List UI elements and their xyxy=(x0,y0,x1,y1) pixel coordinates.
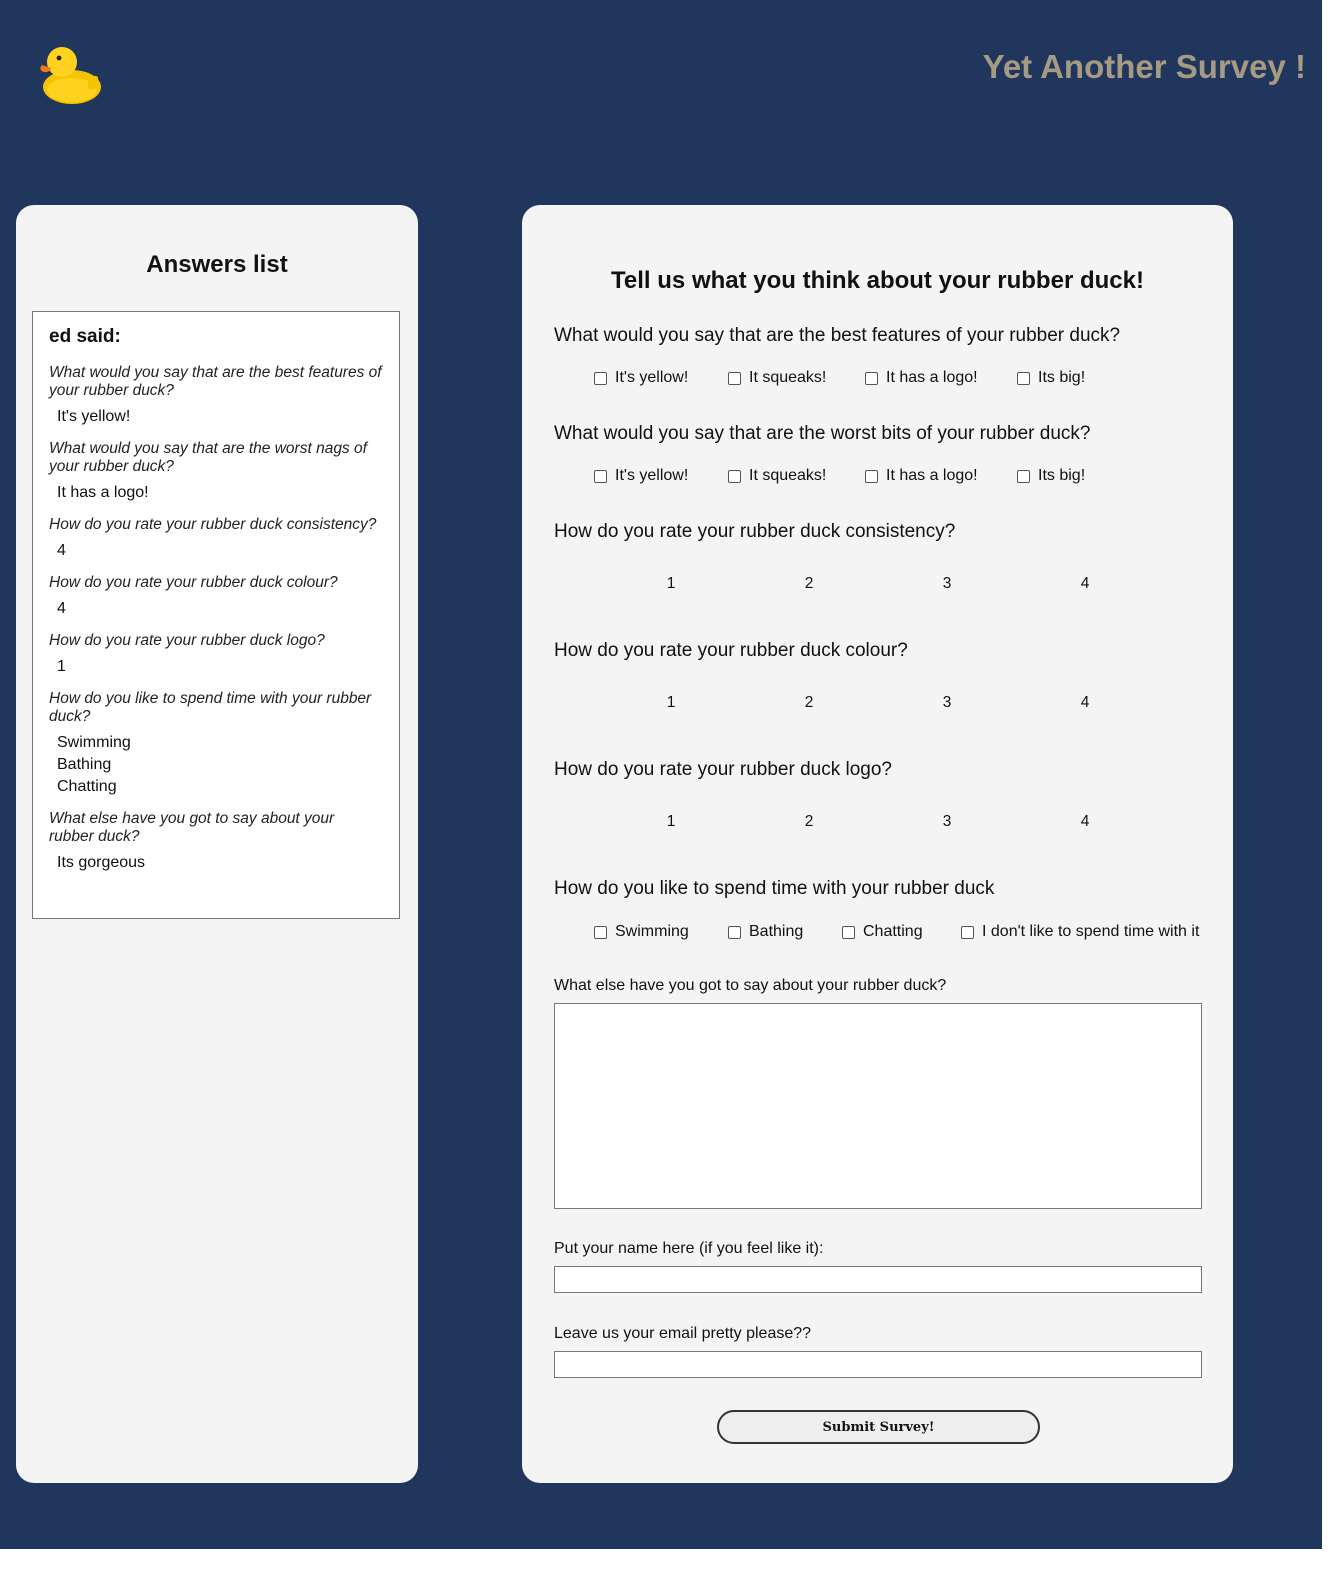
answers-panel: Answers list ed said: What would you say… xyxy=(16,205,418,1483)
worst-option-yellow[interactable]: It's yellow! xyxy=(594,467,688,485)
answer-question: How do you rate your rubber duck consist… xyxy=(49,516,377,533)
answer-question: How do you like to spend time with your … xyxy=(49,690,372,725)
time-option-chatting[interactable]: Chatting xyxy=(842,923,923,941)
answer-question: What would you say that are the best fea… xyxy=(49,364,382,399)
question-colour: How do you rate your rubber duck colour? xyxy=(554,640,908,661)
answer-value: It has a logo! xyxy=(57,484,149,501)
submit-survey-button[interactable]: Submit Survey! xyxy=(717,1410,1040,1444)
colour-rating-3[interactable]: 3 xyxy=(937,694,957,712)
answer-question: How do you rate your rubber duck colour? xyxy=(49,574,338,591)
name-input[interactable] xyxy=(554,1266,1202,1293)
colour-rating-4[interactable]: 4 xyxy=(1075,694,1095,712)
survey-panel: Tell us what you think about your rubber… xyxy=(522,205,1233,1483)
logo-rating-1[interactable]: 1 xyxy=(661,813,681,831)
logo-rating-2[interactable]: 2 xyxy=(799,813,819,831)
survey-title: Tell us what you think about your rubber… xyxy=(611,267,1144,294)
question-logo: How do you rate your rubber duck logo? xyxy=(554,759,892,780)
email-input[interactable] xyxy=(554,1351,1202,1378)
consistency-rating-4[interactable]: 4 xyxy=(1075,575,1095,593)
answer-item: How do you like to spend time with your … xyxy=(49,690,383,798)
question-spend-time: How do you like to spend time with your … xyxy=(554,878,995,899)
time-option-dont-like[interactable]: I don't like to spend time with it xyxy=(961,923,1199,941)
answer-entry: ed said: What would you say that are the… xyxy=(32,311,400,919)
answer-value-line: Chatting xyxy=(57,778,117,795)
comments-textarea[interactable] xyxy=(554,1003,1202,1209)
answer-value: 4 xyxy=(57,542,66,559)
question-best-features: What would you say that are the best fea… xyxy=(554,325,1121,346)
answer-value: Swimming Bathing Chatting xyxy=(57,732,383,798)
answer-item: What would you say that are the best fea… xyxy=(49,364,383,428)
answer-item: How do you rate your rubber duck colour?… xyxy=(49,574,383,620)
answer-item: How do you rate your rubber duck logo? 1 xyxy=(49,632,383,678)
logo-rating-3[interactable]: 3 xyxy=(937,813,957,831)
logo-rating-4[interactable]: 4 xyxy=(1075,813,1095,831)
answer-question: What else have you got to say about your… xyxy=(49,810,335,845)
colour-rating-1[interactable]: 1 xyxy=(661,694,681,712)
checkbox[interactable] xyxy=(865,469,878,483)
answers-title: Answers list xyxy=(146,251,288,278)
best-option-logo[interactable]: It has a logo! xyxy=(865,369,978,387)
answer-value: It's yellow! xyxy=(57,408,131,425)
answer-value-line: Bathing xyxy=(57,756,112,773)
time-option-swimming[interactable]: Swimming xyxy=(594,923,689,941)
answer-item: What would you say that are the worst na… xyxy=(49,440,383,504)
colour-rating-2[interactable]: 2 xyxy=(799,694,819,712)
checkbox[interactable] xyxy=(1017,469,1030,483)
email-label: Leave us your email pretty please?? xyxy=(554,1325,812,1342)
checkbox[interactable] xyxy=(728,371,741,385)
time-option-bathing[interactable]: Bathing xyxy=(728,923,803,941)
answer-value: Its gorgeous xyxy=(57,854,146,871)
question-consistency: How do you rate your rubber duck consist… xyxy=(554,521,956,542)
consistency-rating-2[interactable]: 2 xyxy=(799,575,819,593)
answer-value: 4 xyxy=(57,600,66,617)
checkbox[interactable] xyxy=(842,925,855,939)
checkbox[interactable] xyxy=(961,925,974,939)
best-option-yellow[interactable]: It's yellow! xyxy=(594,369,688,387)
comments-label: What else have you got to say about your… xyxy=(554,977,947,994)
best-option-squeaks[interactable]: It squeaks! xyxy=(728,369,826,387)
worst-option-logo[interactable]: It has a logo! xyxy=(865,467,978,485)
answer-question: How do you rate your rubber duck logo? xyxy=(49,632,325,649)
worst-option-big[interactable]: Its big! xyxy=(1017,467,1085,485)
consistency-rating-3[interactable]: 3 xyxy=(937,575,957,593)
rubber-duck-icon xyxy=(36,40,104,106)
checkbox[interactable] xyxy=(594,371,607,385)
worst-option-squeaks[interactable]: It squeaks! xyxy=(728,467,826,485)
checkbox[interactable] xyxy=(728,925,741,939)
checkbox[interactable] xyxy=(594,925,607,939)
answer-question: What would you say that are the worst na… xyxy=(49,440,367,475)
answer-item: How do you rate your rubber duck consist… xyxy=(49,516,383,562)
site-title: Yet Another Survey ! xyxy=(982,48,1306,85)
checkbox[interactable] xyxy=(1017,371,1030,385)
best-option-big[interactable]: Its big! xyxy=(1017,369,1085,387)
answer-value-line: Swimming xyxy=(57,734,131,751)
checkbox[interactable] xyxy=(865,371,878,385)
checkbox[interactable] xyxy=(594,469,607,483)
answer-value: 1 xyxy=(57,658,66,675)
consistency-rating-1[interactable]: 1 xyxy=(661,575,681,593)
checkbox[interactable] xyxy=(728,469,741,483)
question-worst-bits: What would you say that are the worst bi… xyxy=(554,423,1091,444)
answer-author: ed said: xyxy=(49,326,121,347)
answer-item: What else have you got to say about your… xyxy=(49,810,383,874)
name-label: Put your name here (if you feel like it)… xyxy=(554,1240,824,1257)
